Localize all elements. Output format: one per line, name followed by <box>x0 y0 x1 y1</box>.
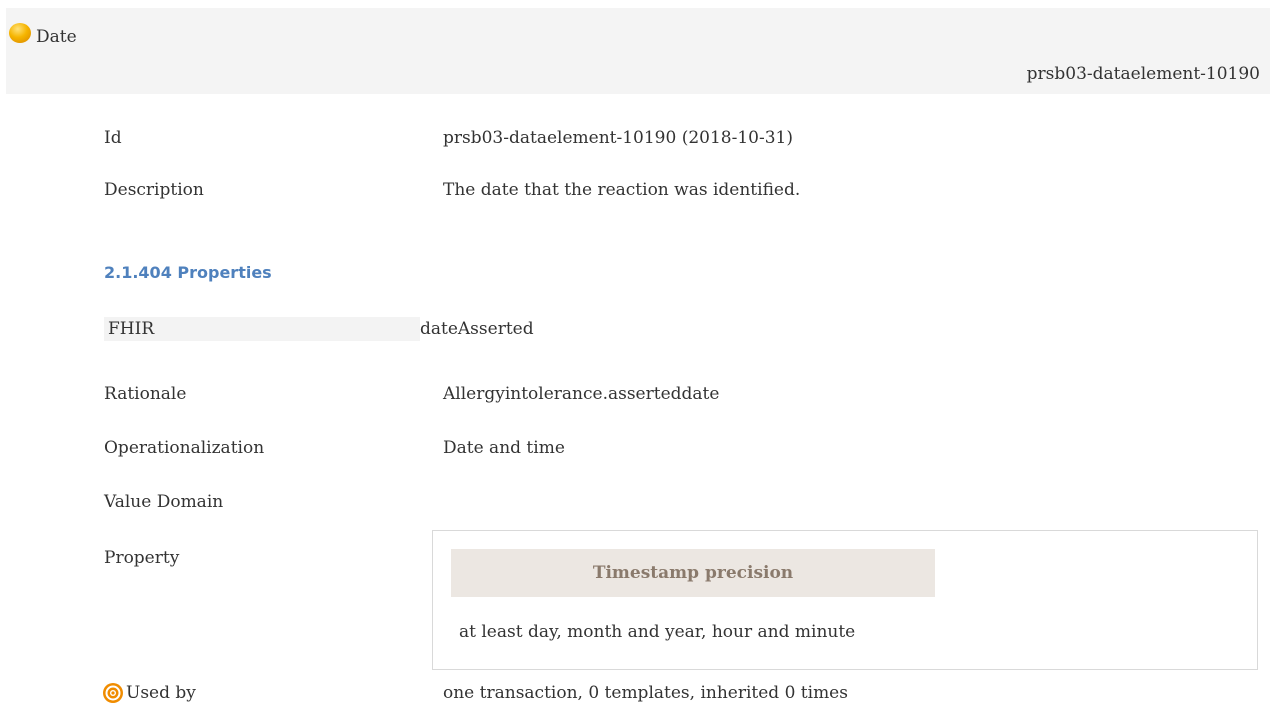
status-circle-icon <box>9 23 31 43</box>
fhir-value: dateAsserted <box>420 319 534 339</box>
used-by-value: one transaction, 0 templates, inherited … <box>443 683 848 703</box>
property-label: Property <box>104 548 180 568</box>
timestamp-precision-value: at least day, month and year, hour and m… <box>459 622 856 642</box>
element-id: prsb03-dataelement-10190 <box>1026 64 1260 84</box>
properties-heading: 2.1.404 Properties <box>104 263 272 282</box>
property-box: Timestamp precision at least day, month … <box>432 530 1258 670</box>
description-label: Description <box>104 180 204 200</box>
id-value: prsb03-dataelement-10190 (2018-10-31) <box>443 128 794 148</box>
timestamp-precision-header: Timestamp precision <box>451 549 935 597</box>
used-by-label: Used by <box>126 683 196 703</box>
id-label: Id <box>104 128 122 148</box>
fhir-label-cell: FHIR <box>104 317 420 341</box>
operationalization-value: Date and time <box>443 438 565 458</box>
rationale-label: Rationale <box>104 384 187 404</box>
value-domain-label: Value Domain <box>104 492 224 512</box>
description-value: The date that the reaction was identifie… <box>443 180 801 200</box>
fhir-label: FHIR <box>108 319 155 339</box>
rationale-value: Allergyintolerance.asserteddate <box>443 384 720 404</box>
target-icon <box>103 683 123 703</box>
element-title: Date <box>36 27 77 47</box>
element-header: Date prsb03-dataelement-10190 <box>6 8 1270 94</box>
operationalization-label: Operationalization <box>104 438 265 458</box>
